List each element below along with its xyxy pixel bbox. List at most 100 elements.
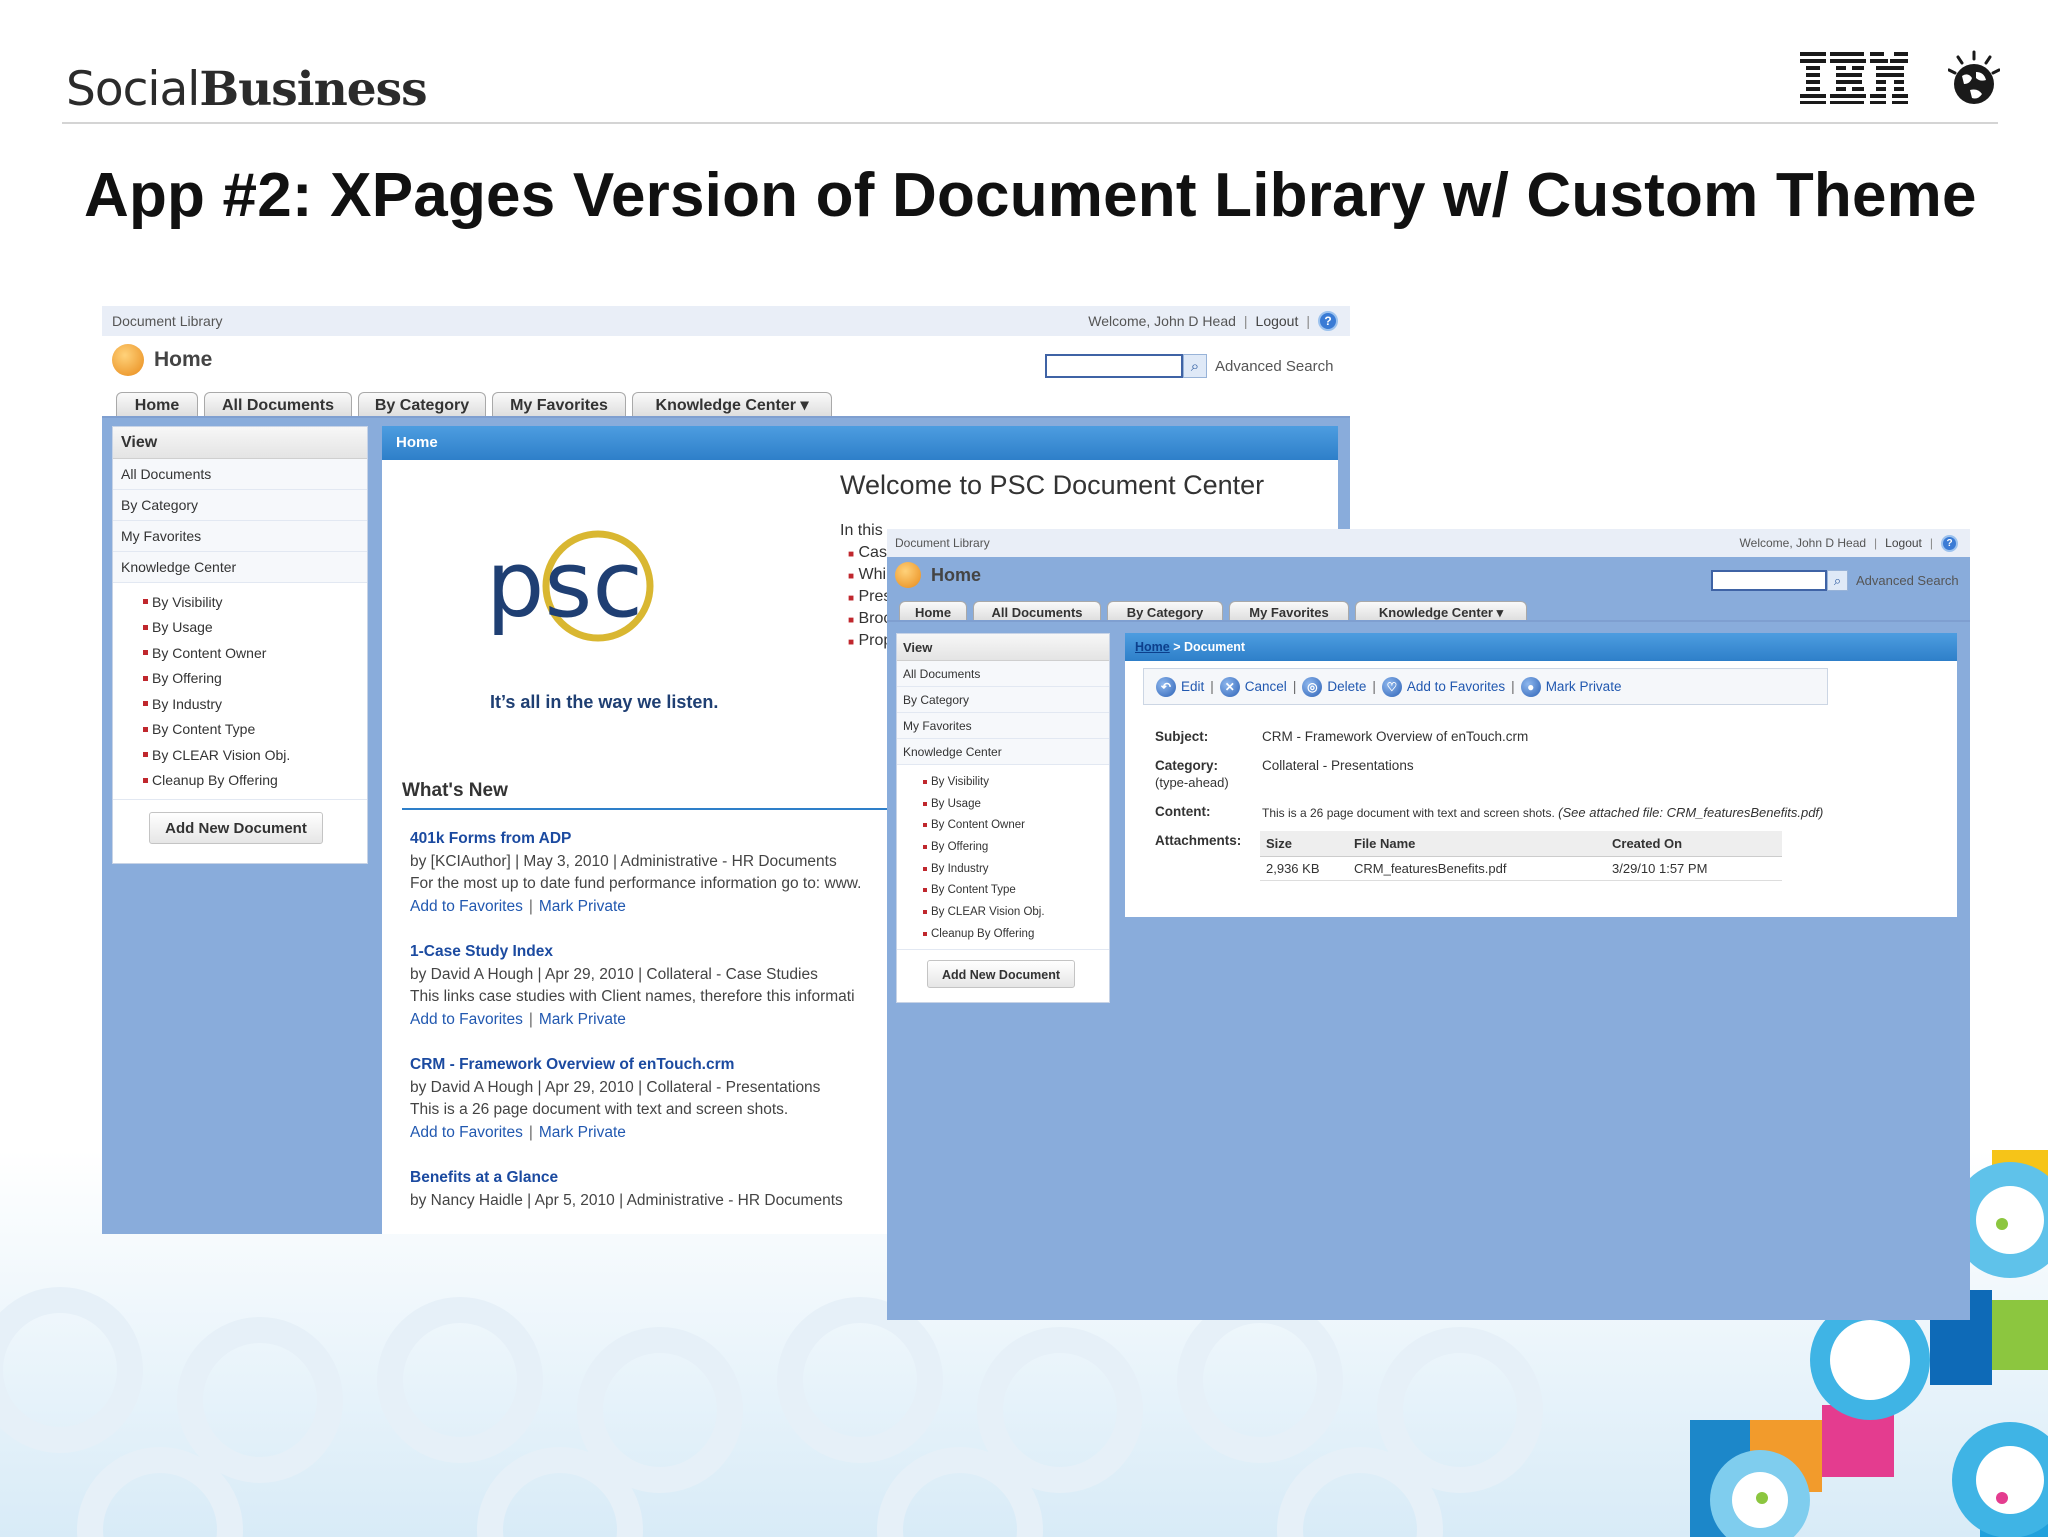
- sidebar-subitem[interactable]: By CLEAR Vision Obj.: [143, 742, 367, 768]
- mark-private-link[interactable]: Mark Private: [539, 1011, 626, 1028]
- page-heading-row: Home: [895, 562, 981, 588]
- sidebar-subitem-label: By Content Owner: [152, 644, 267, 661]
- delete-button[interactable]: ◎ Delete: [1302, 676, 1366, 697]
- subject-value: CRM - Framework Overview of enTouch.crm: [1262, 729, 1529, 744]
- bullet-icon: [923, 866, 927, 871]
- page-heading: Home: [154, 348, 213, 371]
- search-input[interactable]: [1045, 354, 1183, 378]
- content-value: This is a 26 page document with text and…: [1262, 805, 1823, 820]
- sidebar-subitem[interactable]: By Visibility: [923, 771, 1109, 793]
- slide-title: App #2: XPages Version of Document Libra…: [84, 161, 1977, 230]
- advanced-search-link[interactable]: Advanced Search: [1215, 358, 1333, 375]
- document-panel: ↶ Edit | ✕ Cancel | ◎ Delete | ♡ Add to Favo…: [1125, 661, 1957, 917]
- sidebar-subitem[interactable]: By Content Owner: [143, 640, 367, 666]
- logout-link[interactable]: Logout: [1885, 529, 1922, 557]
- col-file-name: File Name: [1348, 831, 1606, 857]
- sidebar-subitem[interactable]: By Industry: [923, 858, 1109, 880]
- bullet-icon: [143, 701, 148, 707]
- heart-icon: ♡: [1381, 676, 1402, 697]
- sidebar: View All Documents By Category My Favori…: [896, 633, 1110, 1003]
- search-icon[interactable]: ⌕: [1183, 354, 1207, 378]
- tab-home[interactable]: Home: [116, 392, 198, 418]
- tab-all-documents[interactable]: All Documents: [973, 601, 1101, 622]
- add-new-document-button[interactable]: Add New Document: [927, 959, 1075, 988]
- mark-private-link[interactable]: Mark Private: [539, 1124, 626, 1141]
- add-to-favorites-link[interactable]: Add to Favorites: [410, 1124, 523, 1141]
- app-window-document: Document Library Welcome, John D Head | …: [887, 529, 1970, 1320]
- sidebar-subitem-label: By Usage: [931, 797, 981, 810]
- sidebar-subitem-label: By Content Type: [152, 721, 256, 738]
- sidebar-subitem[interactable]: Cleanup By Offering: [143, 768, 367, 794]
- logout-link[interactable]: Logout: [1256, 306, 1299, 336]
- help-icon[interactable]: ?: [1941, 534, 1958, 552]
- intro-list-item: ■ Whi: [848, 566, 887, 583]
- psc-tagline: It’s all in the way we listen.: [490, 692, 719, 712]
- tab-knowledge-center[interactable]: Knowledge Center ▾: [1355, 601, 1527, 622]
- tab-by-category[interactable]: By Category: [358, 392, 486, 418]
- sidebar-item-knowledge-center[interactable]: Knowledge Center: [897, 739, 1109, 765]
- edit-label: Edit: [1181, 679, 1205, 694]
- sidebar-subitem[interactable]: By Usage: [143, 615, 367, 641]
- sidebar-subitem-label: By Visibility: [931, 775, 989, 788]
- sidebar-subitem[interactable]: By Content Owner: [923, 814, 1109, 836]
- col-created-on: Created On: [1606, 831, 1782, 857]
- sidebar-subitem-label: By Content Owner: [931, 819, 1025, 832]
- sidebar-item-all-documents[interactable]: All Documents: [897, 661, 1109, 687]
- person-icon: ●: [1520, 676, 1541, 697]
- breadcrumb-home-link[interactable]: Home: [1135, 640, 1170, 654]
- sidebar-subitem[interactable]: By Offering: [143, 666, 367, 692]
- bullet-icon: [923, 888, 927, 893]
- breadcrumb-separator: >: [1169, 640, 1184, 654]
- sidebar-item-my-favorites[interactable]: My Favorites: [897, 713, 1109, 739]
- attachment-file-link[interactable]: CRM_featuresBenefits.pdf: [1348, 856, 1606, 881]
- cancel-button[interactable]: ✕ Cancel: [1219, 676, 1287, 697]
- tab-underline: [887, 620, 1970, 622]
- sidebar-subitem-label: By Offering: [931, 840, 989, 853]
- sidebar-subitem[interactable]: By Visibility: [143, 589, 367, 615]
- sidebar-subitem[interactable]: By Content Type: [923, 879, 1109, 901]
- brand-business-text: Business: [199, 62, 427, 117]
- tab-my-favorites[interactable]: My Favorites: [492, 392, 626, 418]
- mark-private-button[interactable]: ● Mark Private: [1520, 676, 1621, 697]
- sidebar-sublist: By Visibility By Usage By Content Owner …: [113, 583, 367, 800]
- tab-knowledge-center[interactable]: Knowledge Center ▾: [632, 392, 832, 418]
- welcome-text: Welcome, John D Head: [1739, 536, 1867, 550]
- search-input[interactable]: [1711, 570, 1827, 591]
- sidebar-subitem-label: By CLEAR Vision Obj.: [152, 746, 291, 763]
- tab-home[interactable]: Home: [899, 601, 967, 622]
- sidebar-item-by-category[interactable]: By Category: [113, 490, 367, 521]
- attachments-header-row: Size File Name Created On: [1260, 831, 1782, 857]
- sidebar-subitem-label: By CLEAR Vision Obj.: [931, 905, 1045, 918]
- sidebar-subitem[interactable]: By Usage: [923, 793, 1109, 815]
- tab-my-favorites[interactable]: My Favorites: [1229, 601, 1349, 622]
- sidebar-subitem[interactable]: By Content Type: [143, 717, 367, 743]
- sidebar-item-my-favorites[interactable]: My Favorites: [113, 521, 367, 552]
- sidebar-item-knowledge-center[interactable]: Knowledge Center: [113, 552, 367, 583]
- attachments-table: Size File Name Created On 2,936 KB CRM_f…: [1260, 831, 1782, 881]
- add-new-document-button[interactable]: Add New Document: [149, 812, 323, 844]
- bullet-icon: [143, 624, 148, 630]
- app-topbar: Document Library Welcome, John D Head | …: [102, 306, 1350, 336]
- bullet-icon: [923, 823, 927, 828]
- tab-by-category[interactable]: By Category: [1107, 601, 1223, 622]
- sidebar-subitem[interactable]: By CLEAR Vision Obj.: [923, 901, 1109, 923]
- topbar-user-links: Welcome, John D Head | Logout | ?: [1740, 529, 1958, 557]
- sidebar-subitem-label: Cleanup By Offering: [931, 927, 1035, 940]
- advanced-search-link[interactable]: Advanced Search: [1856, 573, 1959, 588]
- help-icon[interactable]: ?: [1318, 311, 1338, 331]
- add-to-favorites-link[interactable]: Add to Favorites: [410, 898, 523, 915]
- sidebar-subitem-label: Cleanup By Offering: [152, 772, 278, 789]
- sidebar-item-by-category[interactable]: By Category: [897, 687, 1109, 713]
- col-size: Size: [1260, 831, 1348, 857]
- sidebar-subitem[interactable]: By Offering: [923, 836, 1109, 858]
- sidebar-subitem[interactable]: Cleanup By Offering: [923, 923, 1109, 945]
- search-icon[interactable]: ⌕: [1827, 570, 1848, 591]
- mark-private-link[interactable]: Mark Private: [539, 898, 626, 915]
- content-text: This is a 26 page document with text and…: [1262, 806, 1555, 820]
- add-to-favorites-link[interactable]: Add to Favorites: [410, 1011, 523, 1028]
- add-to-favorites-button[interactable]: ♡ Add to Favorites: [1381, 676, 1505, 697]
- sidebar-item-all-documents[interactable]: All Documents: [113, 459, 367, 490]
- tab-all-documents[interactable]: All Documents: [204, 392, 352, 418]
- edit-button[interactable]: ↶ Edit: [1156, 676, 1205, 697]
- sidebar-subitem[interactable]: By Industry: [143, 691, 367, 717]
